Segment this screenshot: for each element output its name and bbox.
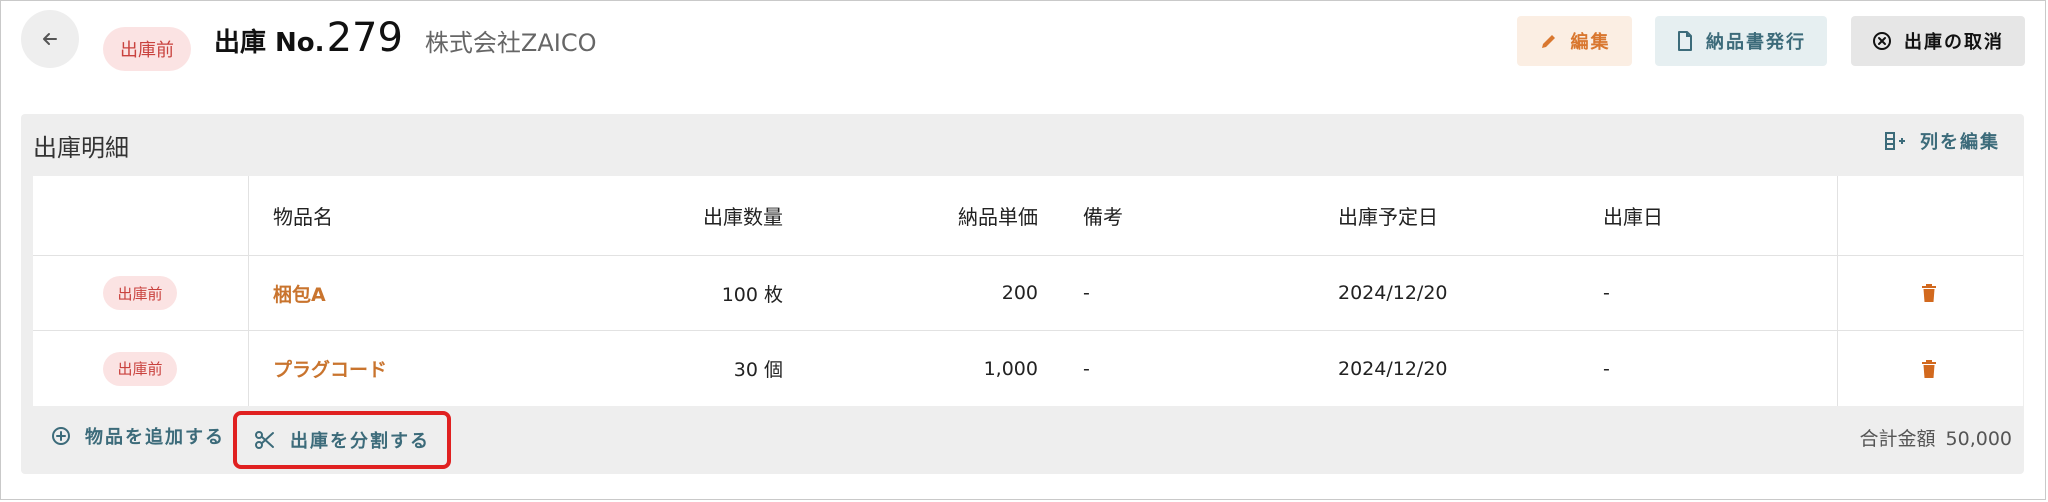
- note-cell: -: [1083, 282, 1090, 304]
- pencil-icon: [1541, 35, 1555, 48]
- row-status-cell: 出庫前: [103, 256, 177, 330]
- column-header-ship-date: 出庫日: [1603, 205, 1663, 229]
- cancel-shipment-label: 出庫の取消: [1904, 32, 2004, 53]
- shipment-label: 出庫 No.: [214, 28, 325, 58]
- plus-circle-icon: [52, 427, 70, 445]
- shipment-number: 279: [326, 15, 403, 61]
- table-header-row: 物品名 出庫数量 納品単価 備考 出庫予定日 出庫日: [33, 176, 2023, 256]
- planned-date-cell: 2024/12/20: [1338, 282, 1448, 304]
- row-status-badge: 出庫前: [103, 351, 177, 386]
- delete-row-button[interactable]: [1921, 331, 1937, 406]
- trash-icon: [1922, 284, 1936, 302]
- column-header-quantity: 出庫数量: [703, 205, 783, 229]
- quantity-cell: 30 個: [733, 359, 783, 381]
- row-status-cell: 出庫前: [103, 331, 177, 406]
- close-circle-icon: [1873, 32, 1891, 50]
- edit-columns-button[interactable]: 列を編集: [1884, 128, 2000, 154]
- column-add-icon: [1885, 132, 1905, 150]
- company-name: 株式会社ZAICO: [424, 29, 597, 57]
- status-badge: 出庫前: [103, 27, 191, 71]
- issue-invoice-label: 納品書発行: [1706, 32, 1806, 53]
- delete-row-button[interactable]: [1921, 256, 1937, 330]
- split-shipment-label: 出庫を分割する: [290, 431, 430, 452]
- add-item-label: 物品を追加する: [85, 427, 225, 448]
- quantity-cell: 100 枚: [721, 283, 783, 306]
- arrow-left-icon: [43, 33, 57, 45]
- ship-date-cell: -: [1603, 357, 1610, 380]
- add-item-button[interactable]: 物品を追加する: [51, 414, 225, 458]
- column-header-planned-date: 出庫予定日: [1338, 205, 1438, 229]
- items-table: 物品名 出庫数量 納品単価 備考 出庫予定日 出庫日 出庫前 梱包A 100 枚…: [33, 176, 2023, 406]
- issue-invoice-button[interactable]: 納品書発行: [1655, 16, 1827, 66]
- unit-price-cell: 1,000: [983, 357, 1038, 380]
- split-shipment-button[interactable]: 出庫を分割する: [233, 411, 451, 469]
- document-icon: [1678, 31, 1692, 51]
- edit-button-label: 編集: [1570, 32, 1611, 53]
- column-header-unit-price: 納品単価: [958, 205, 1038, 229]
- edit-columns-label: 列を編集: [1920, 132, 2000, 153]
- table-row: 出庫前 プラグコード 30 個 1,000 - 2024/12/20 -: [33, 331, 2023, 406]
- trash-icon: [1922, 359, 1936, 378]
- unit-price-cell: 200: [1001, 282, 1038, 304]
- planned-date-cell: 2024/12/20: [1338, 357, 1448, 380]
- back-button[interactable]: [21, 10, 79, 68]
- total-value: 50,000: [1945, 428, 2012, 450]
- item-name-link[interactable]: 梱包A: [273, 256, 326, 330]
- note-cell: -: [1083, 357, 1090, 380]
- total-label: 合計金額: [1859, 428, 1936, 450]
- section-title: 出庫明細: [33, 134, 129, 162]
- column-header-item-name: 物品名: [273, 205, 333, 229]
- shipment-detail-page: 出庫前 出庫 No. 279 株式会社ZAICO 編集 納品書発行 出庫の取消 …: [0, 0, 2046, 500]
- cancel-shipment-button[interactable]: 出庫の取消: [1851, 16, 2025, 66]
- page-title: 出庫 No. 279 株式会社ZAICO: [214, 15, 597, 65]
- scissors-icon: [255, 431, 274, 449]
- row-status-badge: 出庫前: [103, 276, 177, 310]
- total-amount: 合計金額 50,000: [1860, 424, 2013, 451]
- item-name-link[interactable]: プラグコード: [273, 331, 387, 406]
- ship-date-cell: -: [1603, 282, 1610, 304]
- edit-button[interactable]: 編集: [1517, 16, 1632, 66]
- shipment-items-section: 出庫明細 列を編集 物品名 出庫数量 納品単価 備考 出庫予定日 出庫日 出庫前: [21, 114, 2024, 474]
- column-header-note: 備考: [1083, 205, 1123, 229]
- table-row: 出庫前 梱包A 100 枚 200 - 2024/12/20 -: [33, 256, 2023, 331]
